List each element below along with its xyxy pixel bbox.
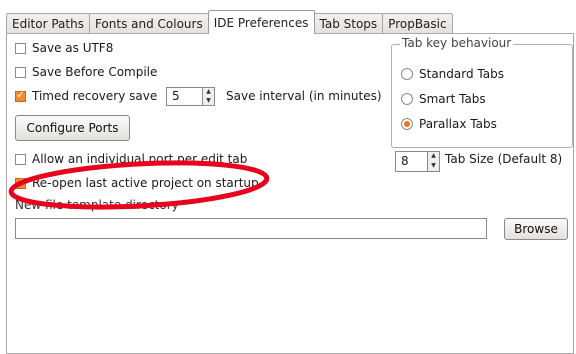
save-utf8-checkbox[interactable] [15,42,26,54]
standard-tabs-option[interactable]: Standard Tabs [401,67,504,81]
save-interval-value[interactable]: 5 [167,88,202,105]
tab-fonts-colours[interactable]: Fonts and Colours [88,13,209,34]
tab-size-spinner[interactable]: 8 ▲ ▼ [395,151,440,172]
tab-ide-preferences[interactable]: IDE Preferences [207,10,315,34]
allow-port-checkbox[interactable] [15,153,26,165]
up-arrow-icon[interactable]: ▲ [428,152,439,162]
allow-port-option[interactable]: Allow an individual port per edit tab [15,152,247,166]
tab-key-behaviour-title: Tab key behaviour [400,36,514,50]
up-arrow-icon[interactable]: ▲ [203,88,214,97]
smart-tabs-option[interactable]: Smart Tabs [401,92,486,106]
parallax-tabs-radio[interactable] [401,118,413,130]
configure-ports-button[interactable]: Configure Ports [15,115,130,141]
checkmark-icon: ✓ [16,177,25,188]
tab-size-label: Tab Size (Default 8) [445,152,563,166]
reopen-project-checkbox[interactable]: ✓ [15,177,26,189]
timed-recovery-option[interactable]: ✓ Timed recovery save [15,89,157,103]
standard-tabs-label: Standard Tabs [419,67,504,81]
timed-recovery-checkbox[interactable]: ✓ [15,90,26,102]
tab-size-value[interactable]: 8 [396,152,427,171]
save-before-compile-label: Save Before Compile [32,65,158,79]
tab-tab-stops[interactable]: Tab Stops [313,13,384,34]
reopen-project-option[interactable]: ✓ Re-open last active project on startup [15,176,259,190]
standard-tabs-radio[interactable] [401,68,413,80]
smart-tabs-radio[interactable] [401,93,413,105]
down-arrow-icon[interactable]: ▼ [203,97,214,106]
save-interval-spinner[interactable]: 5 ▲ ▼ [166,87,215,106]
tab-key-behaviour-group: Tab key behaviour Standard Tabs Smart Ta… [391,36,573,148]
save-utf8-label: Save as UTF8 [32,41,114,55]
parallax-tabs-option[interactable]: Parallax Tabs [401,117,497,131]
tab-bar: Editor Paths Fonts and Colours IDE Prefe… [6,10,453,34]
down-arrow-icon[interactable]: ▼ [428,162,439,172]
template-dir-input[interactable] [15,218,487,239]
save-interval-arrows[interactable]: ▲ ▼ [202,88,214,105]
tab-size-arrows[interactable]: ▲ ▼ [427,152,439,171]
template-dir-label: New file template directory [15,198,179,212]
tab-propbasic[interactable]: PropBasic [382,13,453,34]
timed-recovery-label: Timed recovery save [32,89,158,103]
save-before-compile-option[interactable]: Save Before Compile [15,65,157,79]
save-utf8-option[interactable]: Save as UTF8 [15,41,113,55]
browse-button[interactable]: Browse [504,218,568,240]
smart-tabs-label: Smart Tabs [419,92,486,106]
allow-port-label: Allow an individual port per edit tab [32,152,248,166]
parallax-tabs-label: Parallax Tabs [419,117,497,131]
tab-editor-paths[interactable]: Editor Paths [6,13,90,34]
checkmark-icon: ✓ [16,90,25,101]
save-before-compile-checkbox[interactable] [15,66,26,78]
reopen-project-label: Re-open last active project on startup [32,176,259,190]
save-interval-label: Save interval (in minutes) [226,89,382,103]
ide-preferences-panel: Save as UTF8 Save Before Compile ✓ Timed… [6,33,574,354]
